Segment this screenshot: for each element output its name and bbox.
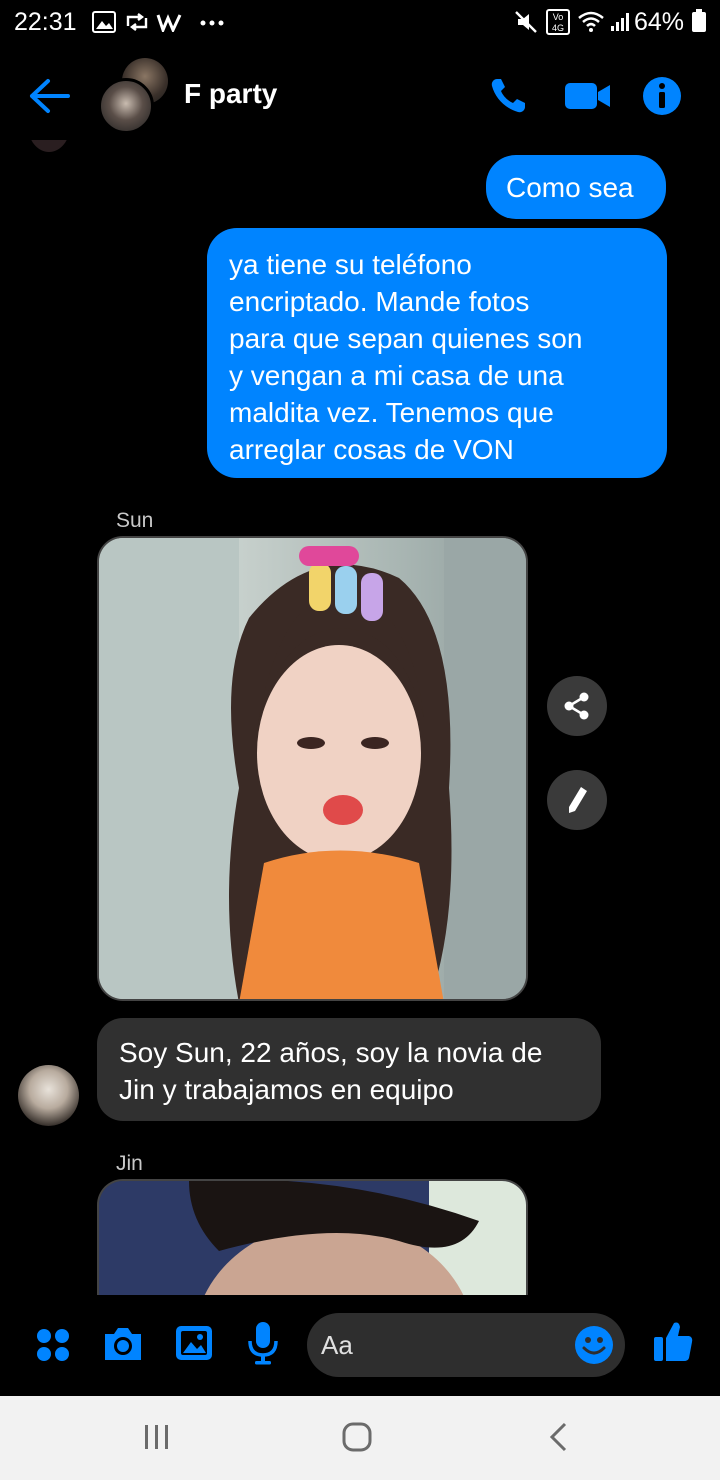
emoji-icon[interactable] — [574, 1325, 614, 1365]
svg-text:Vo: Vo — [553, 12, 564, 22]
back-arrow-icon[interactable] — [28, 78, 70, 114]
more-dots-icon — [200, 20, 224, 26]
message-list[interactable]: Como sea ya tiene su teléfono encriptado… — [0, 140, 720, 1295]
photo-message[interactable] — [97, 536, 528, 1001]
phone-icon[interactable] — [488, 76, 528, 116]
message-line: ya tiene su teléfono — [229, 249, 472, 280]
mute-icon — [515, 11, 537, 33]
video-camera-icon[interactable] — [564, 80, 612, 112]
message-input-placeholder: Aa — [321, 1330, 353, 1360]
battery-percent: 64% — [633, 8, 684, 36]
w-app-icon — [156, 14, 182, 32]
battery-icon — [692, 9, 706, 32]
recents-icon[interactable] — [142, 1424, 172, 1450]
wifi-icon — [578, 11, 604, 32]
message-line: y vengan a mi casa de una — [229, 360, 564, 391]
composer-bar: Aa — [0, 1295, 720, 1395]
system-navigation-bar — [0, 1396, 720, 1480]
message-line: Soy Sun, 22 años, soy la novia de — [119, 1037, 543, 1068]
svg-text:4G: 4G — [552, 23, 564, 33]
message-input[interactable]: Aa — [307, 1313, 625, 1377]
sender-name: Jin — [116, 1152, 143, 1175]
message-text: Como sea — [506, 172, 634, 203]
group-avatar[interactable] — [98, 58, 170, 134]
retweet-icon — [126, 13, 148, 31]
home-icon[interactable] — [342, 1422, 372, 1452]
outgoing-message[interactable]: Como sea — [486, 155, 666, 219]
apps-dots-icon[interactable] — [36, 1328, 70, 1362]
photo-message[interactable] — [97, 1179, 528, 1295]
share-photo-button[interactable] — [547, 676, 607, 736]
avatar-front — [98, 78, 154, 134]
share-icon — [564, 692, 589, 720]
incoming-message[interactable]: Soy Sun, 22 años, soy la novia de Jin y … — [97, 1018, 601, 1121]
outgoing-message[interactable]: ya tiene su teléfono encriptado. Mande f… — [207, 228, 667, 478]
sender-name: Sun — [116, 509, 154, 532]
gallery-icon — [92, 11, 116, 33]
status-bar: 22:31 Vo 4G 64% — [0, 0, 720, 44]
edit-photo-button[interactable] — [547, 770, 607, 830]
photo-illustration — [99, 538, 526, 999]
message-line: encriptado. Mande fotos — [229, 286, 530, 317]
message-line: Jin y trabajamos en equipo — [119, 1074, 454, 1105]
image-icon[interactable] — [175, 1325, 213, 1361]
clock: 22:31 — [14, 8, 77, 36]
message-line: maldita vez. Tenemos que — [229, 397, 554, 428]
message-line: para que sepan quienes son — [229, 323, 583, 354]
info-icon[interactable] — [642, 76, 682, 116]
avatar — [28, 140, 70, 152]
sender-avatar[interactable] — [18, 1065, 79, 1126]
conversation-header: F party — [0, 56, 720, 136]
microphone-icon[interactable] — [246, 1321, 280, 1365]
edit-pencil-icon — [569, 787, 587, 813]
photo-illustration — [99, 1181, 526, 1295]
message-line: arreglar cosas de VON — [229, 434, 514, 465]
thumbs-up-icon[interactable] — [652, 1319, 694, 1363]
back-icon[interactable] — [548, 1422, 570, 1452]
camera-icon[interactable] — [101, 1325, 145, 1363]
signal-icon — [611, 13, 629, 31]
volte-icon: Vo 4G — [546, 9, 570, 35]
conversation-title[interactable]: F party — [184, 78, 277, 110]
